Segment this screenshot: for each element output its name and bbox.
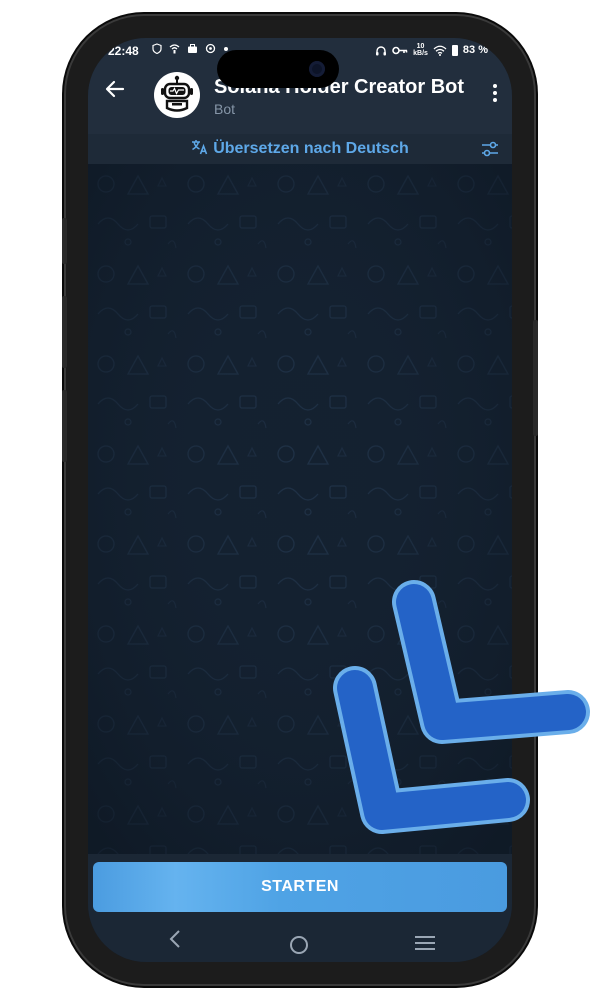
robot-icon xyxy=(161,75,193,112)
tune-icon[interactable] xyxy=(480,139,500,164)
phone-side-button xyxy=(62,296,67,368)
translate-label[interactable]: Übersetzen nach Deutsch xyxy=(213,140,409,158)
chat-area xyxy=(88,164,512,854)
shield-icon xyxy=(152,43,162,55)
nav-back-icon[interactable] xyxy=(168,928,182,954)
phone-screen: 22:48 10 kB/s 83 % Solana Holder Creator… xyxy=(88,38,512,962)
start-button-label[interactable]: STARTEN xyxy=(261,878,339,896)
chat-subtitle: Bot xyxy=(214,101,236,117)
wifi-icon xyxy=(433,45,447,56)
translate-bar[interactable]: Übersetzen nach Deutsch xyxy=(88,134,512,164)
more-vertical-icon[interactable] xyxy=(492,84,498,105)
camera-icon xyxy=(309,61,325,77)
battery-icon xyxy=(451,44,458,56)
arrow-left-icon[interactable] xyxy=(104,78,126,105)
net-speed: 10 kB/s xyxy=(413,43,428,57)
status-right-icons: 10 kB/s 83 % xyxy=(375,43,488,57)
phone-power-button xyxy=(533,320,538,436)
nav-home-icon[interactable] xyxy=(290,936,308,954)
dynamic-island xyxy=(217,50,339,88)
sync-icon xyxy=(206,43,216,54)
chat-wallpaper xyxy=(88,164,512,854)
status-left-icons xyxy=(152,43,229,57)
bottom-panel: STARTEN xyxy=(88,854,512,924)
status-time: 22:48 xyxy=(108,44,139,58)
briefcase-icon xyxy=(188,44,198,53)
phone-side-button xyxy=(62,390,67,462)
net-speed-value: 10 xyxy=(416,43,425,50)
translate-icon xyxy=(191,139,209,159)
start-button[interactable]: STARTEN xyxy=(93,862,507,912)
headphones-icon xyxy=(376,45,387,55)
key-icon xyxy=(392,46,408,54)
avatar[interactable] xyxy=(154,72,200,118)
system-navbar xyxy=(88,924,512,962)
nav-recents-icon[interactable] xyxy=(415,936,435,954)
phone-side-button xyxy=(62,218,67,264)
net-speed-unit: kB/s xyxy=(413,50,428,57)
battery-percent: 83 % xyxy=(462,44,488,56)
network-icon xyxy=(169,44,180,54)
